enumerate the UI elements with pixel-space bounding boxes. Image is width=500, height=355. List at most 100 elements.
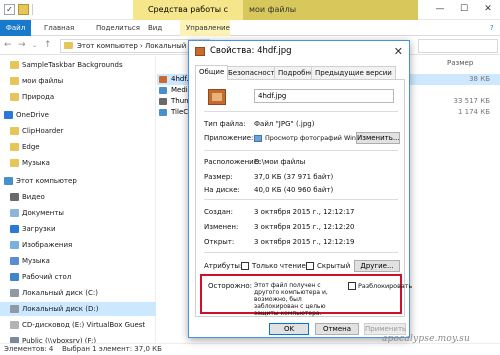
security-warning-highlight: Осторожно: Этот файл получен с другого к…: [200, 274, 412, 317]
attributes-label: Атрибуты:: [204, 262, 243, 270]
opened-label: Открыт:: [204, 238, 235, 246]
folder-icon: [10, 127, 19, 135]
close-window-icon[interactable]: ✕: [476, 0, 500, 20]
sidebar-item-label: Рабочий стол: [22, 273, 72, 281]
sidebar-item[interactable]: Локальный диск (D:): [0, 302, 156, 316]
sidebar-item[interactable]: Музыка: [0, 254, 156, 268]
sidebar-item[interactable]: Загрузки: [0, 222, 156, 236]
type-label: Тип файла:: [204, 120, 246, 128]
file-size: 1 174 КБ: [457, 108, 490, 116]
column-size[interactable]: Размер: [447, 59, 473, 67]
onedrive-icon: [4, 111, 13, 119]
ribbon-tabs: Файл Главная Поделиться Вид Управление ?: [0, 20, 500, 36]
opened-value: 3 октября 2015 г., 12:12:19: [254, 238, 355, 246]
created-label: Создан:: [204, 208, 233, 216]
created-value: 3 октября 2015 г., 12:12:17: [254, 208, 355, 216]
security-message: Этот файл получен с другого компьютера и…: [254, 282, 328, 317]
back-icon[interactable]: ←: [4, 40, 12, 50]
file-size: 38 КБ: [469, 75, 490, 83]
sidebar-item-label: Локальный диск (C:): [22, 289, 98, 297]
recent-locations-icon[interactable]: ⌄: [32, 42, 37, 49]
ribbon-contextual-header: Средства работы с рисунками: [133, 0, 243, 34]
sidebar-item[interactable]: ›OneDrive: [0, 108, 156, 122]
tab-file[interactable]: Файл: [0, 20, 31, 36]
size-label: Размер:: [204, 173, 233, 181]
folder-icon: [10, 93, 19, 101]
quick-access-toolbar: ✓: [4, 4, 33, 15]
sidebar-item-label: Загрузки: [22, 225, 56, 233]
general-pane: 4hdf.jpg Тип файла: Файл "JPG" (.jpg) Пр…: [195, 79, 412, 317]
explorer-titlebar: ✓ Средства работы с рисунками мои файлы …: [0, 0, 500, 34]
status-item-count: Элементов: 4: [4, 345, 54, 353]
sidebar-item-label: SampleTaskbar Backgrounds: [22, 61, 123, 69]
tab-general[interactable]: Общие: [195, 65, 229, 80]
type-value: Файл "JPG" (.jpg): [254, 120, 315, 128]
search-input[interactable]: [418, 39, 498, 53]
sidebar-item-label: Документы: [22, 209, 64, 217]
maximize-icon[interactable]: ☐: [452, 0, 476, 20]
downloads-icon: [10, 225, 19, 233]
sidebar-item[interactable]: CD-дисковод (E:) VirtualBox Guest: [0, 318, 156, 332]
advanced-button[interactable]: Другие...: [354, 260, 400, 272]
computer-icon: [4, 177, 13, 185]
readonly-label: Только чтение: [252, 262, 306, 270]
sidebar-item[interactable]: ClipHoarder: [0, 124, 156, 138]
folder-icon: [10, 77, 19, 85]
sidebar-item[interactable]: Изображения: [0, 238, 156, 252]
sidebar-item-label: Природа: [22, 93, 55, 101]
unblock-checkbox[interactable]: [348, 282, 356, 290]
sidebar-item-label: ClipHoarder: [22, 127, 64, 135]
filename-field[interactable]: 4hdf.jpg: [254, 89, 394, 103]
sidebar-item[interactable]: Природа: [0, 90, 156, 104]
sidebar-item[interactable]: Музыка: [0, 156, 156, 170]
navigation-pane: SampleTaskbar Backgrounds мои файлы Природ…: [0, 56, 156, 346]
sidebar-item[interactable]: SampleTaskbar Backgrounds: [0, 58, 156, 72]
hidden-checkbox[interactable]: [306, 262, 314, 270]
tab-home[interactable]: Главная: [38, 20, 80, 36]
ok-button[interactable]: OK: [269, 323, 309, 335]
location-label: Расположение:: [204, 158, 261, 166]
modified-label: Изменен:: [204, 223, 239, 231]
divider: [204, 252, 398, 253]
toolbar-divider: [32, 4, 33, 15]
new-folder-quick-icon[interactable]: [18, 4, 29, 15]
sidebar-item-label: OneDrive: [16, 111, 49, 119]
tab-manage[interactable]: Управление: [180, 20, 230, 36]
properties-quick-icon[interactable]: ✓: [4, 4, 15, 15]
sidebar-item[interactable]: Локальный диск (C:): [0, 286, 156, 300]
forward-icon[interactable]: →: [18, 40, 26, 50]
change-button[interactable]: Изменить...: [356, 132, 400, 144]
file-icon: [159, 76, 167, 83]
cd-icon: [10, 321, 19, 329]
sidebar-item[interactable]: Документы: [0, 206, 156, 220]
readonly-checkbox[interactable]: [241, 262, 249, 270]
disk-size-label: На диске:: [204, 186, 240, 194]
sidebar-item-label: Видео: [22, 193, 45, 201]
dialog-tabs: Общие Безопасность Подробно Предыдущие в…: [195, 65, 405, 80]
file-icon: [159, 98, 167, 105]
file-icon: [159, 109, 167, 116]
tab-share[interactable]: Поделиться: [90, 20, 146, 36]
folder-icon: [10, 61, 19, 69]
sidebar-item[interactable]: Рабочий стол: [0, 270, 156, 284]
close-icon[interactable]: ✕: [394, 45, 403, 58]
window-title: мои файлы: [243, 0, 418, 20]
status-selection: Выбран 1 элемент: 37,0 КБ: [62, 345, 162, 353]
sidebar-item[interactable]: Edge: [0, 140, 156, 154]
image-file-icon: [195, 47, 205, 56]
size-value: 37,0 КБ (37 971 байт): [254, 173, 334, 181]
tab-view[interactable]: Вид: [142, 20, 168, 36]
sidebar-item-label: Музыка: [22, 257, 50, 265]
up-icon[interactable]: ↑: [44, 40, 52, 50]
divider: [204, 199, 398, 200]
sidebar-item[interactable]: Видео: [0, 190, 156, 204]
tab-previous-versions[interactable]: Предыдущие версии: [311, 66, 396, 79]
minimize-icon[interactable]: —: [428, 0, 452, 20]
sidebar-item[interactable]: мои файлы: [0, 74, 156, 88]
status-bar: Элементов: 4 Выбран 1 элемент: 37,0 КБ: [0, 343, 500, 355]
cancel-button[interactable]: Отмена: [315, 323, 359, 335]
sidebar-item[interactable]: ›Этот компьютер: [0, 174, 156, 188]
help-icon[interactable]: ?: [484, 20, 500, 36]
disk-size-value: 40,0 КБ (40 960 байт): [254, 186, 334, 194]
sidebar-item-label: Edge: [22, 143, 40, 151]
